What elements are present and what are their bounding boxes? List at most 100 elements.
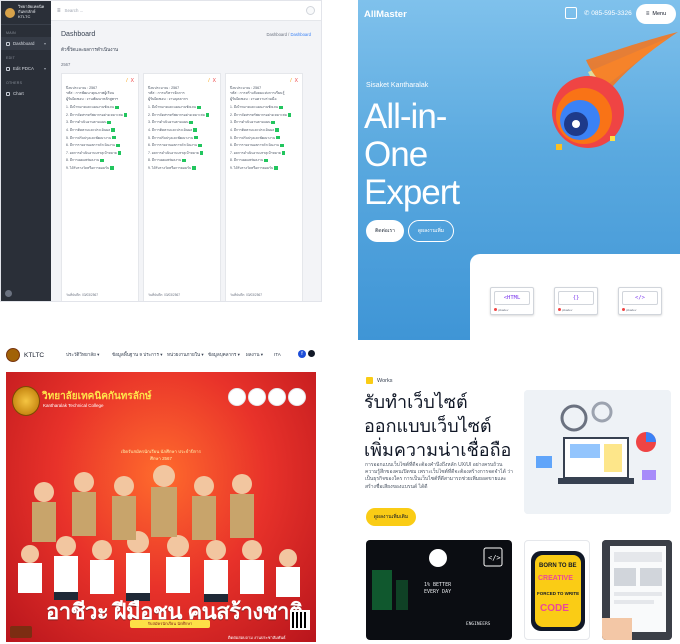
works-label: Works (366, 377, 392, 384)
card-footer: วันที่บันทึก: 03/03/2567 (148, 293, 181, 297)
code-chip-text: </> (622, 291, 658, 305)
nav-item-label: หน่วยงานภายใน (167, 352, 201, 357)
college-logo-icon[interactable] (6, 348, 20, 362)
banner-tagline: เปิดรับสมัครนักเรียน นักศึกษา ประจำปีการ… (121, 449, 201, 461)
card-item-text: 9. ได้รับรางวัลหรือการยอมรับ (66, 165, 110, 170)
chart-icon (6, 91, 10, 96)
card-item: 5. มีการปรับปรุงและพัฒนางาน (230, 136, 298, 141)
svg-text:</>: </> (488, 554, 501, 562)
gallery-card-ui-sketch[interactable] (602, 540, 672, 640)
delete-icon[interactable]: X (295, 78, 298, 84)
line-app-icon[interactable] (565, 7, 577, 19)
page-title: Dashboard (61, 31, 96, 38)
section-subtitle: ตัวชี้วัดและผลการดำเนินงาน (61, 47, 119, 52)
check-icon (287, 113, 292, 117)
site-brand[interactable]: KTLTC (24, 352, 44, 359)
nav-item-works[interactable]: ผลงาน ▾ (246, 352, 263, 359)
card-item-text: 9. ได้รับรางวัลหรือการยอมรับ (148, 165, 192, 170)
nav-item-departments[interactable]: หน่วยงานภายใน ▾ (167, 352, 204, 359)
contact-button[interactable]: ติดต่อเรา (366, 220, 404, 242)
delete-icon[interactable]: X (213, 78, 216, 84)
sidebar-item-chart[interactable]: Chart (1, 87, 51, 100)
avatar[interactable] (5, 290, 12, 297)
hamburger-icon[interactable]: ≡ (57, 8, 61, 14)
facebook-icon[interactable]: f (298, 350, 306, 358)
card-item-text: 7. ผลการดำเนินงานบรรลุเป้าหมาย (66, 150, 117, 155)
delete-icon[interactable]: X (131, 78, 134, 84)
card-item-text: 3. มีการดำเนินงานตามแผน (66, 120, 107, 125)
nav-item-basic-info[interactable]: ข้อมูลพื้นฐาน 9 ประการ ▾ (112, 352, 163, 359)
partner-logo-icon (10, 626, 32, 638)
dashboard-window: วิทยาลัยเทคนิคกันทรลักษ์ KTLTC MAIN Dash… (0, 0, 322, 302)
card-item: 1. มีเป้าหมายและแผนงานชัดเจน (230, 105, 298, 110)
site-logo[interactable]: AllMaster (364, 9, 407, 20)
view-works-button[interactable]: ดูผลงานเพิ่มเติม (366, 508, 416, 526)
check-icon (193, 128, 197, 132)
hero-banner[interactable]: วิทยาลัยเทคนิคกันทรลักษ์ Kantharalak Tec… (6, 372, 316, 642)
works-label-text: Works (377, 377, 393, 384)
card-item-text: 1. มีเป้าหมายและแผนงานชัดเจน (148, 105, 196, 110)
banner-school-name-en: Kantharalak Technical College (43, 403, 104, 408)
card-item: 7. ผลการดำเนินงานบรรลุเป้าหมาย (230, 151, 298, 156)
chevron-down-icon: ▾ (237, 352, 240, 357)
card-item: 3. มีการดำเนินงานตามแผน (66, 120, 134, 125)
card-item-text: 5. มีการปรับปรุงและพัฒนางาน (230, 135, 276, 140)
card-item: 9. ได้รับรางวัลหรือการยอมรับ (148, 166, 216, 171)
code-snippets-box: <HTML pikadev {} pikadev </> pikadev (470, 254, 680, 348)
indicator-card: / X ปีงบประมาณ : 2567 รหัส : การสร้างสังค… (225, 73, 303, 301)
edit-icon[interactable]: / (208, 78, 209, 84)
code-chip-text: <HTML (494, 291, 530, 305)
card-item-text: 8. มีการเผยแพร่ผลงาน (66, 158, 100, 163)
qr-code-icon (290, 610, 310, 630)
check-icon (100, 158, 104, 163)
code-chip-caption: pikadev (498, 308, 509, 312)
allmaster-page: AllMaster ✆ 085-595-3326 ≡ Menu Sisaket … (358, 0, 680, 644)
breadcrumb: Dashboard / Dashboard (267, 32, 312, 37)
dashboard-content: Dashboard Dashboard / Dashboard ตัวชี้วั… (51, 21, 321, 301)
card-item: 4. มีการติดตามและประเมินผล (66, 128, 134, 133)
card-item: 2. มีการจัดสรรทรัพยากรอย่างเหมาะสม (148, 113, 216, 118)
phone-link[interactable]: ✆ 085-595-3326 (584, 9, 632, 17)
code-chip-caption: pikadev (626, 308, 637, 312)
hero-school-name: Sisaket Kantharalak (366, 82, 429, 89)
status-dot-icon (494, 308, 497, 311)
menu-button[interactable]: ≡ Menu (636, 4, 676, 24)
nav-item-label: ประวัติวิทยาลัย (66, 352, 96, 357)
card-item-text: 9. ได้รับรางวัลหรือการยอมรับ (230, 165, 274, 170)
card-item-text: 5. มีการปรับปรุงและพัฒนางาน (148, 135, 194, 140)
gallery-card-coding[interactable]: </> 1% BETTER EVERY DAY ENGINEERS (366, 540, 512, 640)
nav-section-others: OTHERS (6, 81, 23, 85)
card-footer: วันที่บันทึก: 03/03/2567 (230, 293, 263, 297)
nav-item-history[interactable]: ประวัติวิทยาลัย ▾ (66, 352, 99, 359)
headline-line-1: All-in- (364, 97, 447, 136)
sidebar-item-edit-pdca[interactable]: Edit PDCA ▾ (1, 62, 51, 75)
card-item: 2. มีการจัดสรรทรัพยากรอย่างเหมาะสม (66, 113, 134, 118)
search-input[interactable]: Search ... (65, 8, 84, 13)
check-icon (199, 151, 204, 155)
college-seal-icon (12, 386, 40, 416)
theme-toggle-button[interactable] (306, 6, 315, 15)
sidebar-item-dashboard[interactable]: Dashboard ▾ (1, 37, 51, 50)
card-item: 8. มีการเผยแพร่ผลงาน (66, 158, 134, 163)
edit-icon[interactable]: / (290, 78, 291, 84)
check-icon (281, 151, 286, 155)
indicator-cards: / X ปีงบประมาณ : 2567 รหัส : การพัฒนาคุณภ… (61, 73, 311, 301)
sidebar-item-label: Edit PDCA (13, 66, 34, 71)
dark-mode-icon[interactable] (308, 350, 315, 357)
headline-line-2: One (364, 135, 428, 174)
chevron-down-icon: ▾ (97, 352, 100, 357)
check-icon (205, 113, 210, 117)
card-item-list: 1. มีเป้าหมายและแผนงานชัดเจน 2. มีการจัดส… (148, 105, 216, 170)
sticker-line-3: FORCED TO WRITE (537, 591, 580, 596)
edit-icon[interactable]: / (126, 78, 127, 84)
nav-item-personnel[interactable]: ข้อมูลบุคลากร ▾ (208, 352, 240, 359)
sidebar-brand[interactable]: วิทยาลัยเทคนิคกันทรลักษ์ KTLTC (1, 1, 51, 25)
gallery-card-sticker[interactable]: BORN TO BE CREATIVE FORCED TO WRITE CODE (524, 540, 590, 640)
ktltc-page: KTLTC ประวัติวิทยาลัย ▾ ข้อมูลพื้นฐาน 9 … (0, 338, 322, 644)
nav-item-ita[interactable]: ITA (274, 352, 281, 357)
code-chip: <HTML pikadev (490, 287, 534, 315)
breadcrumb-root[interactable]: Dashboard (267, 32, 288, 37)
card-item-text: 4. มีการติดตามและประเมินผล (230, 127, 275, 132)
works-description: การออกแบบเว็บไซต์ที่ดีจะต้องคำนึงถึงหลัก… (365, 462, 513, 490)
see-more-button[interactable]: ดูผลงานเพิ่ม (408, 220, 454, 242)
